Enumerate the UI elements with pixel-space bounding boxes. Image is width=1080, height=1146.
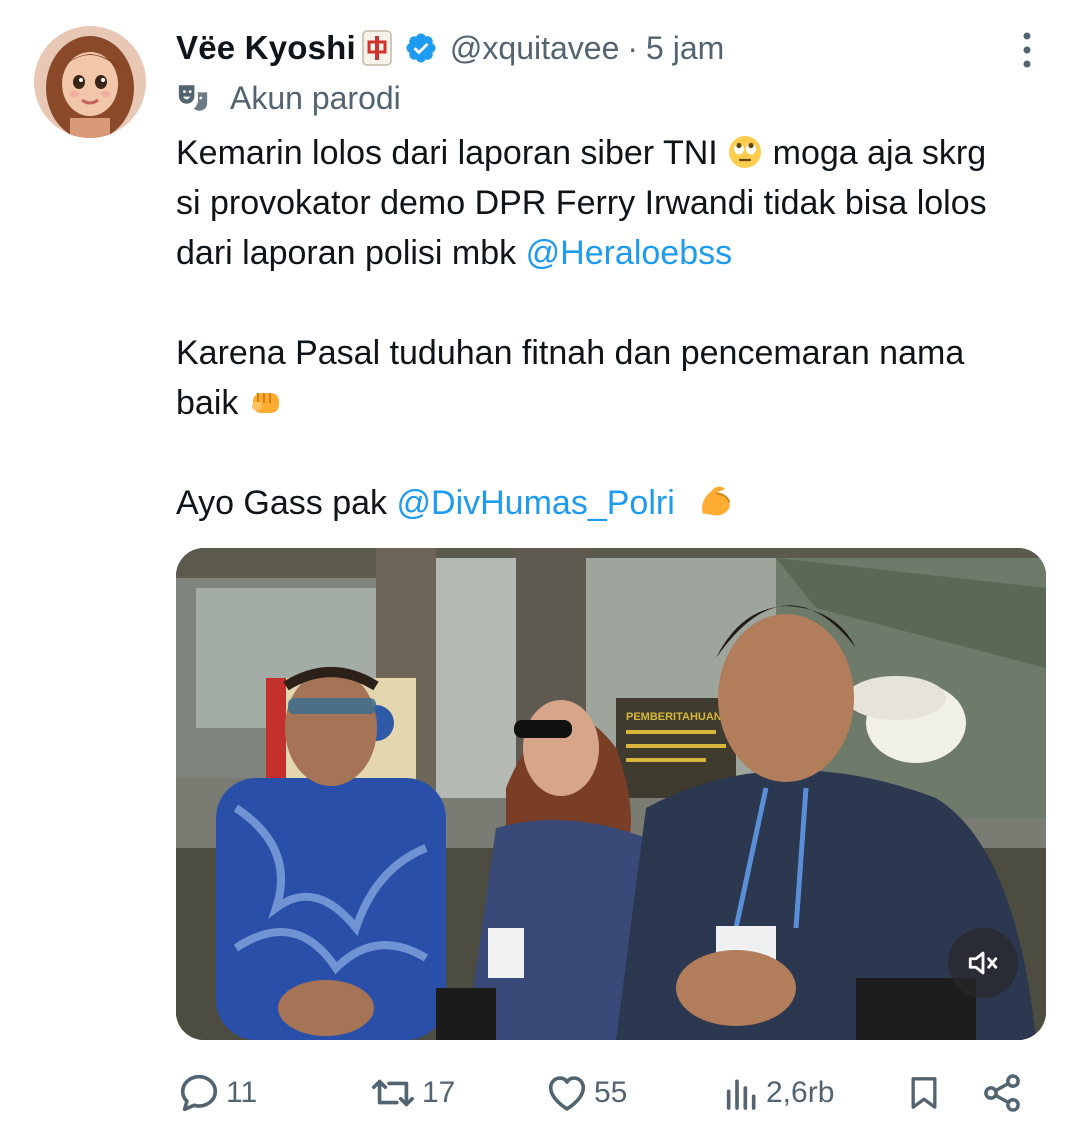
repost-count: 17 [422, 1076, 456, 1109]
avatar[interactable] [34, 26, 146, 138]
reply-button[interactable]: 11 [176, 1066, 257, 1120]
parody-label: Akun parodi [176, 76, 401, 120]
like-count: 55 [594, 1076, 628, 1109]
separator-dot: · [627, 29, 639, 66]
display-name[interactable]: Vëe Kyoshi [176, 29, 356, 67]
flexed-biceps-emoji-icon [696, 480, 732, 516]
tweet-video[interactable]: PEMBERITAHUAN [176, 548, 1046, 1040]
parody-label-text: Akun parodi [230, 79, 401, 116]
more-options-icon[interactable] [1022, 30, 1032, 70]
share-button[interactable] [980, 1066, 1028, 1120]
mention-link[interactable]: @DivHumas_Polri [397, 484, 675, 522]
timestamp[interactable]: 5 jam [646, 30, 724, 67]
sign-text: PEMBERITAHUAN [626, 711, 722, 723]
reply-icon [180, 1074, 218, 1112]
views-chart-icon [726, 1079, 756, 1110]
tweet-text-part: Ayo Gass pak [176, 484, 397, 522]
video-frame: PEMBERITAHUAN [176, 548, 1046, 1040]
mention-link[interactable]: @Heraloebss [526, 234, 733, 272]
action-bar: 11 17 55 2,6rb [176, 1066, 1030, 1120]
rolling-eyes-emoji-icon [727, 134, 763, 170]
views-count: 2,6rb [766, 1076, 835, 1109]
repost-icon [372, 1079, 414, 1107]
reply-count: 11 [226, 1076, 258, 1109]
mute-toggle-button[interactable] [948, 928, 1018, 998]
tweet-text-part: Karena Pasal tuduhan fitnah dan pencemar… [176, 334, 965, 422]
speaker-muted-icon [968, 951, 998, 975]
like-button[interactable]: 55 [544, 1066, 627, 1120]
mahjong-tile-icon [361, 30, 392, 66]
views-button[interactable]: 2,6rb [722, 1066, 834, 1120]
share-icon [984, 1074, 1020, 1112]
tweet-text-part: Kemarin lolos dari laporan siber TNI [176, 134, 728, 172]
oncoming-fist-emoji-icon [248, 384, 284, 420]
tweet-text: Kemarin lolos dari laporan siber TNI mog… [176, 128, 1016, 528]
verified-badge-icon[interactable] [404, 31, 438, 65]
bookmark-icon [911, 1077, 937, 1109]
heart-icon [548, 1076, 586, 1111]
theater-masks-icon [178, 85, 208, 111]
author-handle[interactable]: @xquitavee [450, 30, 619, 67]
repost-button[interactable]: 17 [368, 1066, 455, 1120]
tweet-header: Vëe Kyoshi @xquitavee · 5 jam [176, 26, 1040, 70]
bookmark-button[interactable] [904, 1066, 948, 1120]
